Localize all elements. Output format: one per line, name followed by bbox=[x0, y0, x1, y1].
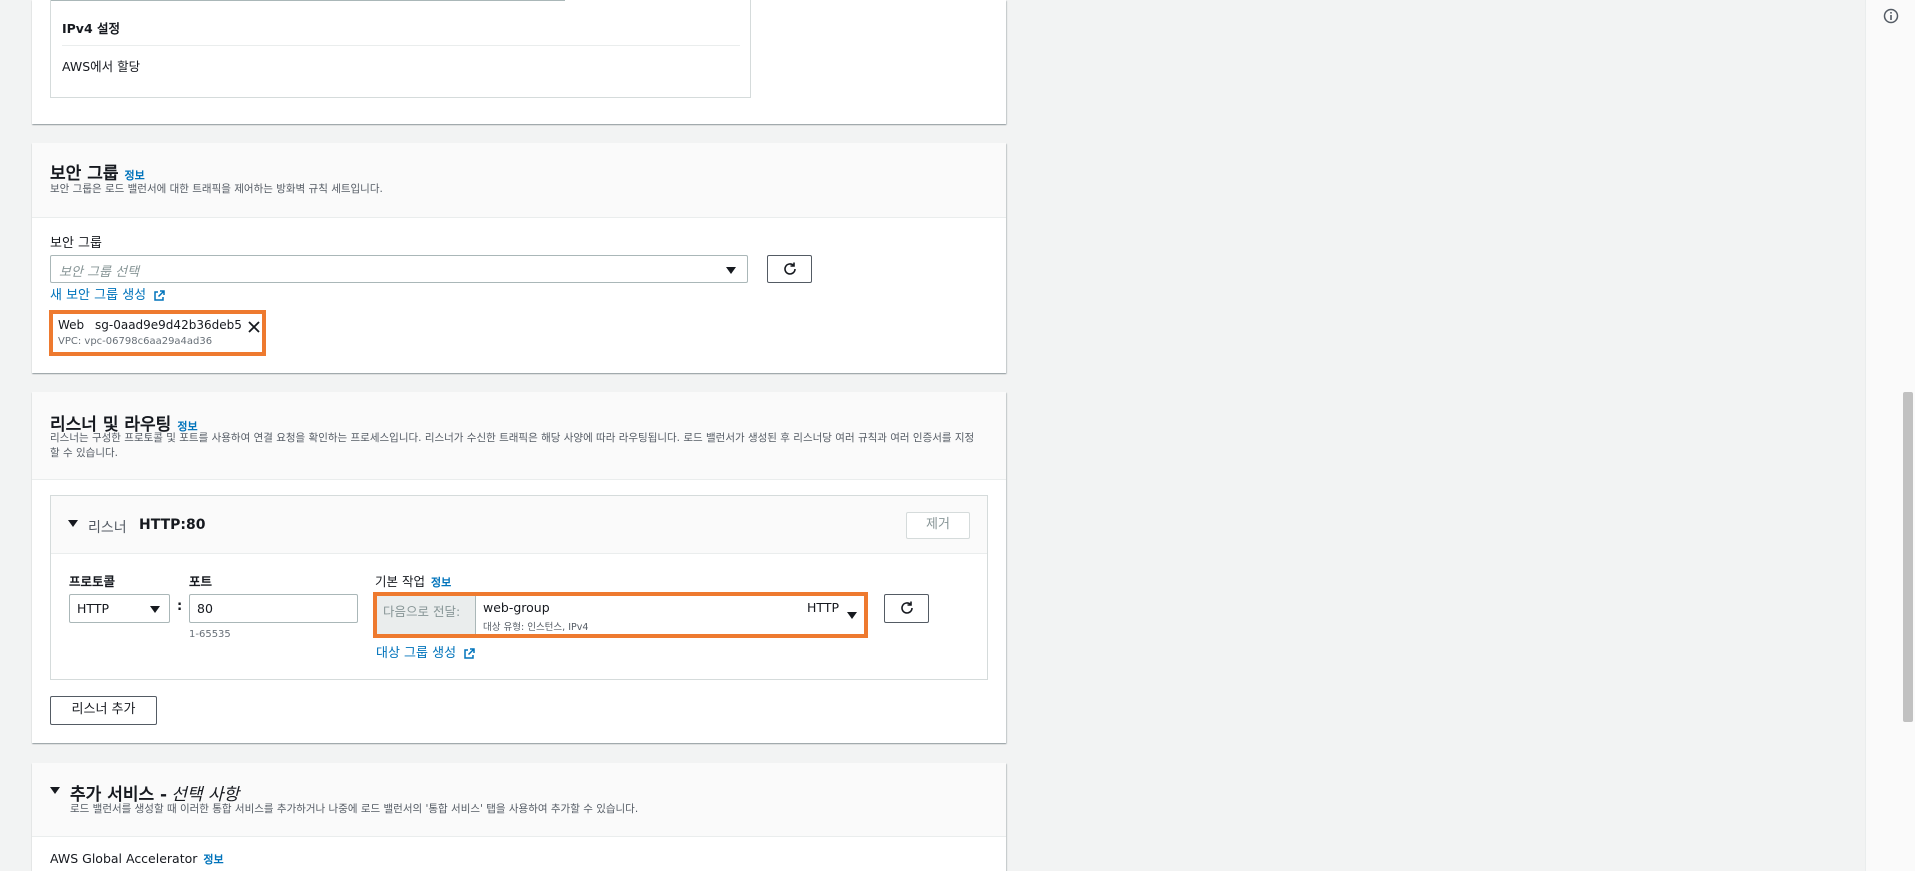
caret-down-icon bbox=[150, 606, 160, 613]
external-link-icon bbox=[154, 289, 166, 301]
protocol-select[interactable]: HTTP bbox=[69, 594, 170, 623]
token-id: sg-0aad9e9d42b36deb5 bbox=[95, 318, 242, 332]
token-name: Web bbox=[58, 318, 85, 332]
page-scrollbar-thumb[interactable] bbox=[1903, 392, 1913, 722]
info-link[interactable]: 정보 bbox=[431, 576, 451, 589]
listener-name: HTTP:80 bbox=[139, 517, 206, 533]
default-action-label: 기본 작업 bbox=[375, 574, 425, 589]
security-group-field-label: 보안 그룹 bbox=[50, 236, 102, 251]
network-mapping-card: IPv4 설정 AWS에서 할당 bbox=[32, 0, 1006, 124]
default-action-forward-select[interactable]: 다음으로 전달: web-group 대상 유형: 인스턴스, IPv4 HTT… bbox=[373, 592, 868, 638]
port-label: 포트 bbox=[189, 574, 213, 589]
remove-listener-button[interactable]: 제거 bbox=[906, 512, 970, 539]
section-description: 보안 그룹은 로드 밸런서에 대한 트래픽을 제어하는 방화벽 규칙 세트입니다… bbox=[50, 183, 383, 195]
ipv4-settings-heading: IPv4 설정 bbox=[62, 21, 121, 36]
listener-container: 리스너 HTTP:80 제거 프로토콜 HTTP : 포트 80 1-65535… bbox=[50, 495, 988, 680]
port-input[interactable]: 80 bbox=[189, 594, 358, 623]
global-accelerator-label: AWS Global Accelerator bbox=[50, 851, 198, 866]
expand-toggle-icon[interactable] bbox=[50, 787, 60, 794]
create-security-group-link[interactable]: 새 보안 그룹 생성 bbox=[50, 284, 166, 303]
info-circle-icon[interactable] bbox=[1883, 8, 1899, 24]
section-title: 보안 그룹 bbox=[50, 164, 119, 184]
port-value: 80 bbox=[197, 601, 213, 616]
divider bbox=[62, 45, 740, 46]
token-vpc: VPC: vpc-06798c6aa29a4ad36 bbox=[58, 336, 213, 347]
target-type: 대상 유형: 인스턴스, IPv4 bbox=[483, 622, 589, 633]
listeners-routing-card: 리스너 및 라우팅 정보 리스너는 구성한 프로토콜 및 포트를 사용하여 연결 … bbox=[32, 392, 1006, 743]
security-group-select[interactable]: 보안 그룹 선택 bbox=[50, 255, 748, 283]
external-link-icon bbox=[464, 647, 475, 659]
section-description: 로드 밸런서를 생성할 때 이러한 통합 서비스를 추가하거나 나중에 로드 밸… bbox=[70, 803, 639, 815]
caret-down-icon bbox=[726, 267, 736, 274]
addon-services-card: 추가 서비스 - 선택 사항 로드 밸런서를 생성할 때 이러한 통합 서비스를… bbox=[32, 763, 1006, 871]
refresh-target-button[interactable] bbox=[884, 594, 929, 623]
create-target-group-link[interactable]: 대상 그룹 생성 bbox=[376, 642, 475, 661]
security-group-header: 보안 그룹 정보 보안 그룹은 로드 밸런서에 대한 트래픽을 제어하는 방화벽 … bbox=[32, 143, 1006, 218]
select-placeholder: 보안 그룹 선택 bbox=[59, 265, 140, 280]
expand-toggle-icon[interactable] bbox=[68, 520, 78, 527]
target-protocol: HTTP bbox=[807, 600, 839, 615]
caret-down-icon bbox=[847, 612, 857, 619]
refresh-icon bbox=[900, 601, 913, 614]
add-listener-button[interactable]: 리스너 추가 bbox=[50, 696, 157, 725]
security-group-card: 보안 그룹 정보 보안 그룹은 로드 밸런서에 대한 트래픽을 제어하는 방화벽 … bbox=[32, 143, 1006, 373]
addon-header: 추가 서비스 - 선택 사항 로드 밸런서를 생성할 때 이러한 통합 서비스를… bbox=[32, 763, 1006, 837]
separator-colon: : bbox=[177, 599, 183, 614]
divider bbox=[51, 0, 565, 1]
close-icon[interactable] bbox=[247, 320, 261, 334]
selected-security-group-token: Web sg-0aad9e9d42b36deb5 VPC: vpc-06798c… bbox=[49, 310, 266, 356]
forward-label: 다음으로 전달: bbox=[383, 604, 461, 619]
ipv4-value: AWS에서 할당 bbox=[62, 59, 141, 74]
refresh-icon bbox=[783, 262, 796, 275]
forward-label-box: 다음으로 전달: bbox=[377, 596, 476, 634]
info-link[interactable]: 정보 bbox=[124, 169, 144, 182]
section-description: 리스너는 구성한 프로토콜 및 포트를 사용하여 연결 요청을 확인하는 프로세… bbox=[50, 432, 975, 459]
refresh-button[interactable] bbox=[767, 255, 812, 283]
listeners-header: 리스너 및 라우팅 정보 리스너는 구성한 프로토콜 및 포트를 사용하여 연결 … bbox=[32, 392, 1006, 480]
protocol-value: HTTP bbox=[77, 601, 109, 616]
target-group-name: web-group bbox=[483, 600, 550, 615]
ipv4-settings-box: IPv4 설정 AWS에서 할당 bbox=[50, 0, 751, 98]
port-hint: 1-65535 bbox=[189, 629, 231, 640]
listener-prefix: 리스너 bbox=[88, 520, 127, 536]
protocol-label: 프로토콜 bbox=[69, 574, 116, 589]
info-link[interactable]: 정보 bbox=[203, 853, 223, 866]
listener-header: 리스너 HTTP:80 제거 bbox=[51, 496, 987, 554]
